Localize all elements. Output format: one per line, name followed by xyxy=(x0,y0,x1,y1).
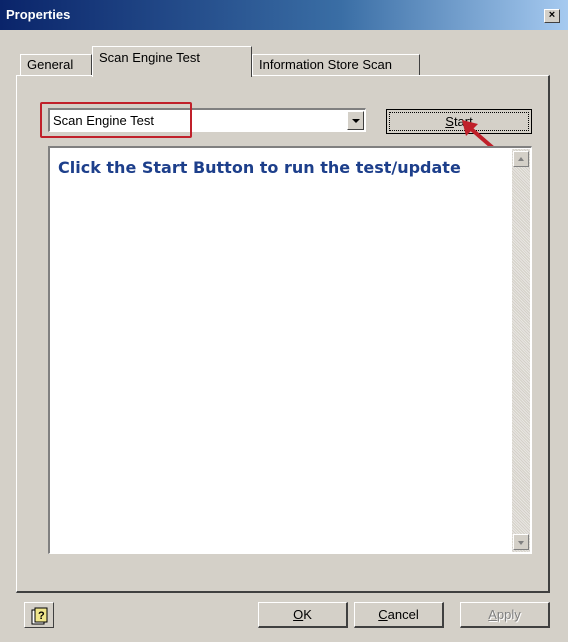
output-textarea[interactable]: Click the Start Button to run the test/u… xyxy=(48,146,532,554)
tab-general[interactable]: General xyxy=(20,54,92,76)
scroll-up-icon xyxy=(518,157,524,161)
tab-scan-engine-test[interactable]: Scan Engine Test xyxy=(92,46,252,77)
start-button[interactable]: Start xyxy=(386,109,532,134)
scan-type-dropdown[interactable]: Scan Engine Test xyxy=(48,108,366,132)
close-button[interactable]: × xyxy=(544,9,560,23)
start-button-focus: Start xyxy=(389,112,529,131)
vertical-scrollbar[interactable] xyxy=(512,149,530,552)
title-bar: Properties × xyxy=(0,0,568,30)
ok-label-rest: K xyxy=(303,607,312,622)
ok-mnemonic: O xyxy=(293,607,304,622)
help-button[interactable]: ? xyxy=(24,602,54,628)
scroll-down-icon xyxy=(518,541,524,545)
output-message: Click the Start Button to run the test/u… xyxy=(58,158,461,177)
cancel-button[interactable]: Cancel xyxy=(354,602,444,628)
apply-button[interactable]: Apply xyxy=(460,602,550,628)
start-mnemonic: S xyxy=(445,114,454,129)
svg-text:?: ? xyxy=(38,610,45,622)
apply-mnemonic: A xyxy=(488,607,497,622)
cancel-label-rest: ancel xyxy=(387,607,419,622)
tab-information-store-scan[interactable]: Information Store Scan xyxy=(252,54,420,76)
help-question-icon: ? xyxy=(31,607,48,625)
cancel-mnemonic: C xyxy=(378,607,388,622)
dropdown-button[interactable] xyxy=(347,111,364,130)
ok-button[interactable]: OK xyxy=(258,602,348,628)
start-label-rest: tart xyxy=(453,114,473,129)
scroll-up-button[interactable] xyxy=(513,151,529,167)
dropdown-value: Scan Engine Test xyxy=(53,113,154,128)
chevron-down-icon xyxy=(352,119,360,123)
scroll-down-button[interactable] xyxy=(513,534,529,550)
window-title: Properties xyxy=(6,7,71,22)
apply-label-rest: pply xyxy=(496,607,521,622)
